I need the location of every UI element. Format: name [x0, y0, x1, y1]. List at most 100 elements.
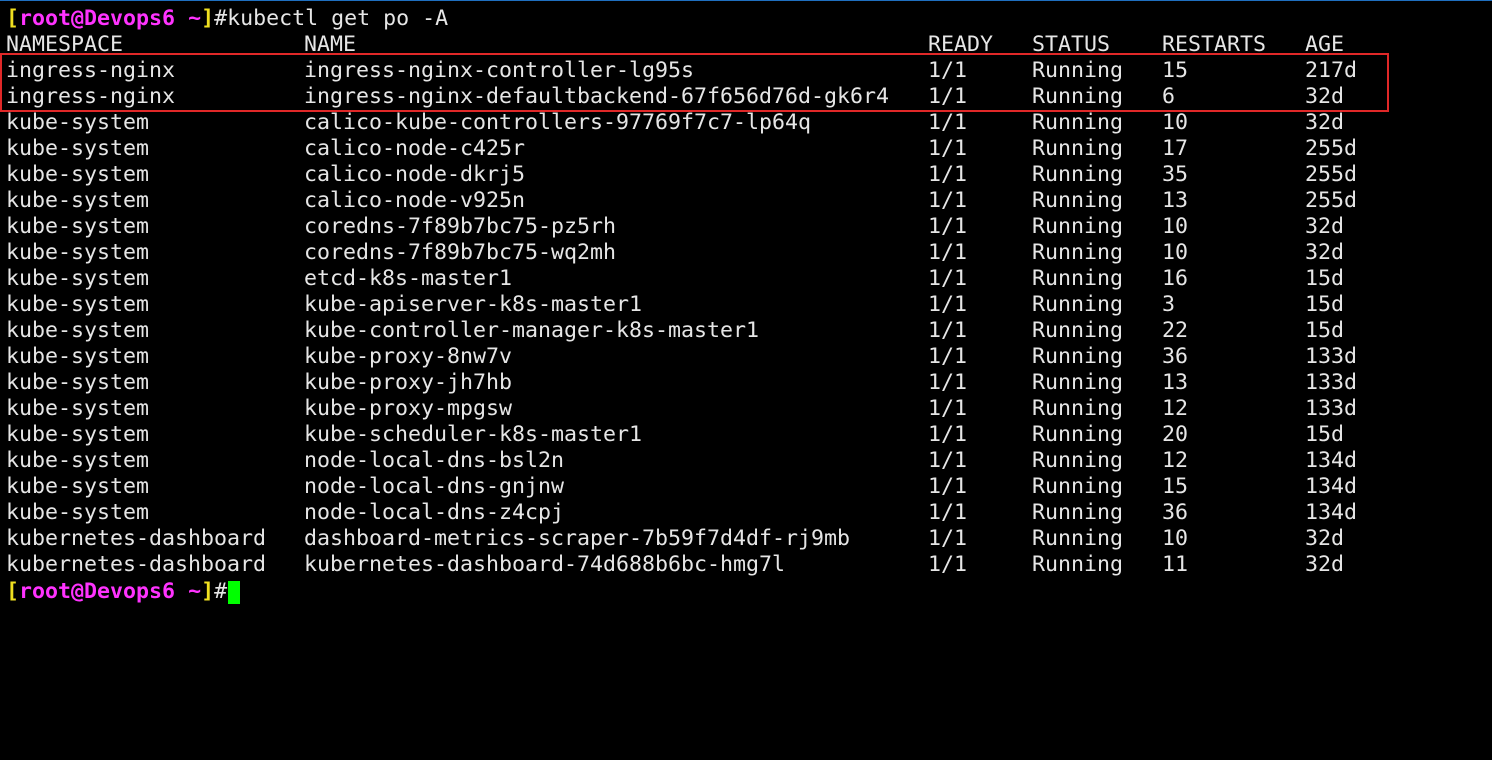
row-namespace: kube-system [6, 318, 150, 343]
row-name: kube-scheduler-k8s-master1 [304, 422, 643, 447]
prompt-host: Devops6 [84, 579, 176, 604]
row-restarts: 36 [1162, 500, 1189, 525]
row-age: 134d [1305, 474, 1358, 499]
row-name: etcd-k8s-master1 [304, 266, 513, 291]
row-name: ingress-nginx-defaultbackend-67f656d76d-… [304, 84, 890, 109]
table-row: kube-system calico-node-c425r 1/1 Runnin… [6, 136, 1486, 162]
row-namespace: kube-system [6, 292, 150, 317]
row-status: Running [1032, 84, 1124, 109]
row-name: calico-node-dkrj5 [304, 162, 526, 187]
window-top-border [0, 0, 1492, 1]
row-status: Running [1032, 396, 1124, 421]
row-ready: 1/1 [928, 318, 968, 343]
terminal-window[interactable]: [root @ Devops6 ~] # kubectl get po -A NAMES… [0, 0, 1492, 657]
row-namespace: kube-system [6, 240, 150, 265]
table-header: NAMESPACE NAME READY STATUS RESTARTS AGE [6, 32, 1486, 58]
row-age: 15d [1305, 292, 1345, 317]
row-restarts: 6 [1162, 84, 1176, 109]
row-status: Running [1032, 344, 1124, 369]
row-restarts: 13 [1162, 370, 1189, 395]
table-row: kube-system kube-proxy-mpgsw 1/1 Running… [6, 396, 1486, 422]
row-age: 134d [1305, 448, 1358, 473]
table-row: kube-system calico-node-v925n 1/1 Runnin… [6, 188, 1486, 214]
row-ready: 1/1 [928, 110, 968, 135]
row-restarts: 10 [1162, 240, 1189, 265]
row-ready: 1/1 [928, 500, 968, 525]
row-status: Running [1032, 552, 1124, 577]
row-namespace: ingress-nginx [6, 84, 176, 109]
row-name: coredns-7f89b7bc75-wq2mh [304, 240, 617, 265]
prompt-path: ~ [175, 579, 202, 604]
table-row: kube-system coredns-7f89b7bc75-pz5rh 1/1… [6, 214, 1486, 240]
text-cursor[interactable] [228, 580, 241, 604]
prompt-path: ~ [175, 6, 202, 31]
prompt-close-bracket: ] [201, 6, 215, 31]
table-row: kube-system etcd-k8s-master1 1/1 Running… [6, 266, 1486, 292]
prompt-open-bracket: [ [6, 6, 20, 31]
row-restarts: 12 [1162, 448, 1189, 473]
row-age: 255d [1305, 188, 1358, 213]
row-name: calico-node-v925n [304, 188, 526, 213]
row-status: Running [1032, 292, 1124, 317]
row-name: dashboard-metrics-scraper-7b59f7d4df-rj9… [304, 526, 851, 551]
table-row: kube-system kube-scheduler-k8s-master1 1… [6, 422, 1486, 448]
row-name: calico-node-c425r [304, 136, 526, 161]
row-status: Running [1032, 474, 1124, 499]
row-namespace: kube-system [6, 110, 150, 135]
prompt-user: root [19, 579, 72, 604]
row-status: Running [1032, 266, 1124, 291]
row-namespace: kube-system [6, 188, 150, 213]
row-ready: 1/1 [928, 344, 968, 369]
row-name: kube-apiserver-k8s-master1 [304, 292, 643, 317]
table-row: kube-system coredns-7f89b7bc75-wq2mh 1/1… [6, 240, 1486, 266]
row-name: ingress-nginx-controller-lg95s [304, 58, 695, 83]
row-namespace: kube-system [6, 266, 150, 291]
row-age: 217d [1305, 58, 1358, 83]
command-text: kubectl get po -A [227, 6, 449, 31]
row-age: 255d [1305, 162, 1358, 187]
row-age: 255d [1305, 136, 1358, 161]
row-name: kube-controller-manager-k8s-master1 [304, 318, 760, 343]
row-restarts: 36 [1162, 344, 1189, 369]
row-namespace: kubernetes-dashboard [6, 552, 267, 577]
row-namespace: kube-system [6, 136, 150, 161]
row-age: 32d [1305, 110, 1345, 135]
row-ready: 1/1 [928, 162, 968, 187]
row-age: 15d [1305, 266, 1345, 291]
prompt-close-bracket: ] [201, 579, 215, 604]
row-age: 32d [1305, 526, 1345, 551]
row-restarts: 16 [1162, 266, 1189, 291]
row-restarts: 10 [1162, 110, 1189, 135]
row-namespace: kube-system [6, 448, 150, 473]
prompt-user: root [19, 6, 72, 31]
row-status: Running [1032, 370, 1124, 395]
row-restarts: 17 [1162, 136, 1189, 161]
row-name: coredns-7f89b7bc75-pz5rh [304, 214, 617, 239]
row-status: Running [1032, 318, 1124, 343]
header-ready: READY [928, 32, 994, 57]
row-status: Running [1032, 136, 1124, 161]
row-status: Running [1032, 162, 1124, 187]
row-ready: 1/1 [928, 58, 968, 83]
row-ready: 1/1 [928, 422, 968, 447]
row-namespace: kube-system [6, 370, 150, 395]
row-name: kube-proxy-mpgsw [304, 396, 513, 421]
row-ready: 1/1 [928, 370, 968, 395]
row-ready: 1/1 [928, 136, 968, 161]
row-restarts: 35 [1162, 162, 1189, 187]
row-namespace: kube-system [6, 422, 150, 447]
row-ready: 1/1 [928, 552, 968, 577]
row-namespace: kube-system [6, 344, 150, 369]
row-status: Running [1032, 188, 1124, 213]
row-name: node-local-dns-gnjnw [304, 474, 565, 499]
row-ready: 1/1 [928, 396, 968, 421]
row-ready: 1/1 [928, 474, 968, 499]
row-restarts: 11 [1162, 552, 1189, 577]
row-ready: 1/1 [928, 214, 968, 239]
row-namespace: kube-system [6, 162, 150, 187]
row-name: kubernetes-dashboard-74d688b6bc-hmg7l [304, 552, 786, 577]
row-age: 133d [1305, 344, 1358, 369]
row-status: Running [1032, 58, 1124, 83]
row-namespace: kubernetes-dashboard [6, 526, 267, 551]
input-prompt-line[interactable]: [root @ Devops6 ~] # [6, 579, 241, 605]
